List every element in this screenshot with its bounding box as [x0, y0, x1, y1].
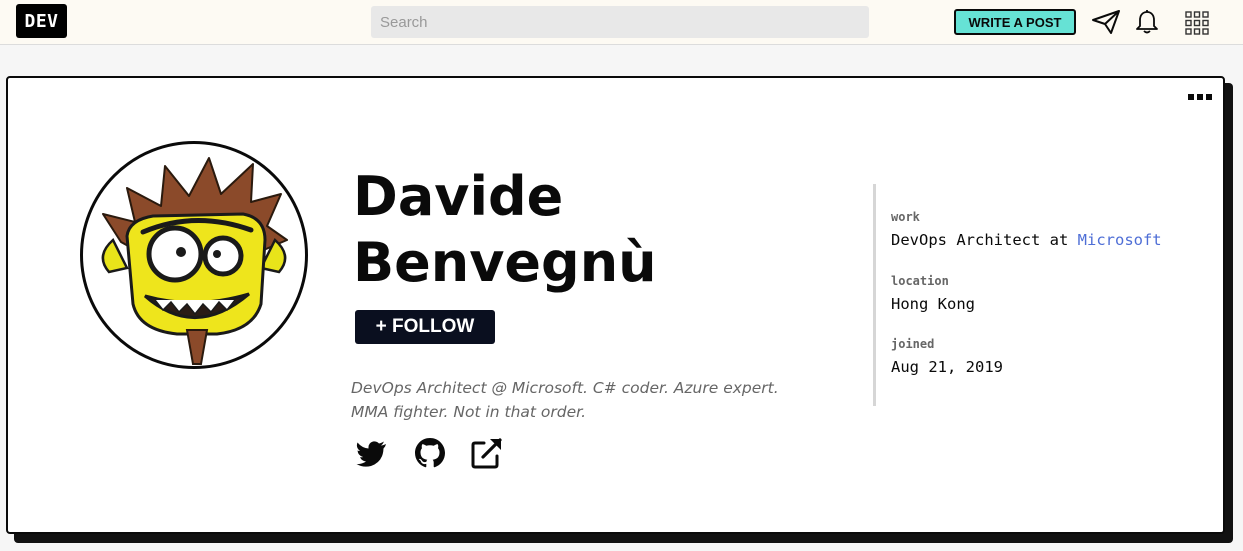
work-value: DevOps Architect at Microsoft — [891, 231, 1162, 249]
external-link-icon[interactable] — [470, 436, 504, 470]
work-title: DevOps Architect at — [891, 231, 1069, 249]
joined-label: joined — [891, 337, 935, 351]
write-post-button[interactable]: WRITE A POST — [954, 9, 1076, 35]
apps-grid-icon[interactable] — [1185, 11, 1209, 35]
profile-summary: DevOps Architect @ Microsoft. C# coder. … — [351, 379, 779, 421]
profile-card: Davide Benvegnù + FOLLOW DevOps Architec… — [6, 76, 1225, 534]
paper-plane-icon[interactable] — [1091, 9, 1121, 35]
location-value: Hong Kong — [891, 295, 975, 313]
dev-logo[interactable]: DEV — [16, 4, 67, 38]
avatar — [80, 141, 308, 369]
bell-icon[interactable] — [1135, 9, 1159, 35]
follow-button[interactable]: + FOLLOW — [355, 310, 495, 344]
search-input[interactable] — [371, 6, 869, 38]
github-icon[interactable] — [413, 436, 447, 470]
work-label: work — [891, 210, 920, 224]
details-divider — [873, 184, 876, 406]
location-label: location — [891, 274, 949, 288]
more-horizontal-icon[interactable] — [1188, 88, 1214, 104]
work-company-link[interactable]: Microsoft — [1078, 231, 1162, 249]
top-navigation-bar: DEV WRITE A POST — [0, 0, 1243, 45]
profile-name: Davide Benvegnù — [353, 165, 657, 294]
twitter-icon[interactable] — [355, 436, 389, 470]
joined-value: Aug 21, 2019 — [891, 358, 1003, 376]
